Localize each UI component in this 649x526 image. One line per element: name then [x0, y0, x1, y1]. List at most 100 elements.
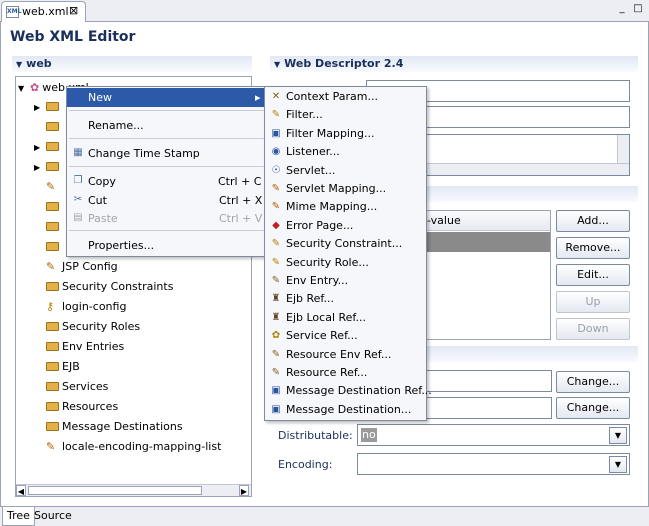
table-header[interactable]: -value	[427, 211, 550, 231]
tree-item-hidden[interactable]: ▶	[34, 137, 62, 157]
editor-tab-bar: XML web.xml ⊠ _ □	[0, 0, 649, 23]
add-button[interactable]: Add...	[556, 210, 630, 232]
folder-icon	[46, 321, 59, 331]
menu-item-cut[interactable]: ✂ Cut Ctrl + X	[67, 191, 266, 210]
submenu-item-ejb-ref[interactable]: ♜ Ejb Ref...	[265, 290, 425, 308]
folder-icon	[46, 141, 59, 151]
submenu-item-listener[interactable]: ◉ Listener...	[265, 143, 425, 161]
submenu-item-message-destination[interactable]: ▣ Message Destination...	[265, 401, 425, 419]
calendar-icon: ▦	[73, 147, 83, 158]
tab-web-xml[interactable]: XML web.xml ⊠	[1, 1, 86, 23]
folder-icon	[46, 341, 59, 351]
editor-title: Web XML Editor	[10, 29, 136, 45]
table-row-selected[interactable]	[427, 232, 550, 252]
submenu-item-env-entry[interactable]: ✎ Env Entry...	[265, 272, 425, 290]
tab-source[interactable]: Source	[30, 507, 76, 526]
submenu-arrow-icon: ▸	[255, 91, 261, 104]
down-button[interactable]: Down	[556, 318, 630, 340]
menu-separator	[69, 230, 264, 231]
tree-item-login-config[interactable]: ⚷ login-config	[46, 297, 126, 317]
servlet-mapping-icon: ✎	[271, 183, 281, 194]
change-button-2[interactable]: Change...	[556, 397, 630, 419]
maximize-icon[interactable]: □	[633, 4, 643, 14]
expand-icon[interactable]: ▶	[34, 138, 42, 158]
tree-item-security-constraints[interactable]: Security Constraints	[46, 277, 173, 297]
remove-button[interactable]: Remove...	[556, 237, 630, 259]
tree-item-security-roles[interactable]: Security Roles	[46, 317, 140, 337]
tree-item-resources[interactable]: Resources	[46, 397, 118, 417]
submenu-item-servlet-mapping[interactable]: ✎ Servlet Mapping...	[265, 180, 425, 198]
menu-item-properties[interactable]: Properties...	[67, 236, 266, 255]
distributable-value: no	[361, 428, 377, 442]
scrollbar-thumb[interactable]	[28, 486, 202, 495]
up-button[interactable]: Up	[556, 291, 630, 313]
submenu-item-service-ref[interactable]: ✿ Service Ref...	[265, 327, 425, 345]
tree-item-locale-encoding[interactable]: ✎ locale-encoding-mapping-list	[46, 437, 221, 457]
textarea-vscroll[interactable]	[617, 135, 629, 163]
folder-icon	[46, 361, 59, 371]
encoding-select[interactable]: ▼	[357, 453, 630, 475]
dropdown-arrow-icon[interactable]: ▼	[609, 427, 627, 444]
folder-icon	[46, 221, 59, 231]
folder-icon	[46, 201, 59, 211]
submenu-item-filter-mapping[interactable]: ▣ Filter Mapping...	[265, 125, 425, 143]
params-table[interactable]: -value	[426, 210, 551, 340]
tree-item-ejb[interactable]: EJB	[46, 357, 80, 377]
tree-item-hidden[interactable]	[46, 197, 62, 217]
collapse-icon[interactable]: ▼	[16, 60, 22, 69]
expand-icon[interactable]: ▶	[34, 98, 42, 118]
small-icon-field[interactable]	[426, 397, 552, 419]
menu-item-change-time-stamp[interactable]: ▦ Change Time Stamp	[67, 144, 266, 163]
submenu-item-security-role[interactable]: ✎ Security Role...	[265, 254, 425, 272]
tree-item-hidden[interactable]	[46, 217, 62, 237]
pencil-icon: ✎	[46, 260, 56, 273]
edit-button[interactable]: Edit...	[556, 264, 630, 286]
menu-item-new[interactable]: New ▸	[67, 88, 266, 107]
expand-icon[interactable]: ▶	[34, 158, 42, 178]
distributable-select[interactable]: no ▼	[357, 424, 630, 446]
submenu-item-security-constraint[interactable]: ✎ Security Constraint...	[265, 235, 425, 253]
filter-mapping-icon: ▣	[271, 127, 281, 139]
folder-icon	[46, 421, 59, 431]
folder-icon	[46, 381, 59, 391]
menu-item-paste[interactable]: ▤ Paste Ctrl + V	[67, 209, 266, 228]
security-role-icon: ✎	[271, 256, 281, 268]
submenu-item-servlet[interactable]: ☉ Servlet...	[265, 162, 425, 180]
close-tab-icon[interactable]: ⊠	[69, 4, 78, 17]
change-button-1[interactable]: Change...	[556, 371, 630, 393]
tree-section-header[interactable]: ▼ web	[12, 56, 252, 72]
tree-item-hidden[interactable]	[46, 237, 62, 257]
listener-icon: ◉	[271, 146, 281, 158]
tree-item-message-destinations[interactable]: Message Destinations	[46, 417, 183, 437]
collapse-icon[interactable]: ▼	[274, 60, 280, 69]
tree-item-hidden[interactable]: ▶	[34, 157, 62, 177]
large-icon-field[interactable]	[426, 370, 552, 392]
submenu-item-context-param[interactable]: ✕ Context Param...	[265, 88, 425, 106]
menu-item-copy[interactable]: ❐ Copy Ctrl + C	[67, 172, 266, 191]
submenu-item-mime-mapping[interactable]: ✎ Mime Mapping...	[265, 198, 425, 216]
submenu-item-message-destination-ref[interactable]: ▣ Message Destination Ref...	[265, 382, 432, 400]
tree-item-env-entries[interactable]: Env Entries	[46, 337, 124, 357]
dropdown-arrow-icon[interactable]: ▼	[609, 456, 627, 473]
tree-item-hidden[interactable]: ▶	[34, 97, 62, 117]
menu-item-rename[interactable]: Rename...	[67, 116, 266, 135]
tree-item-hidden[interactable]: ✎	[46, 177, 62, 197]
tree-item-jsp-config[interactable]: ✎ JSP Config	[46, 257, 118, 277]
collapse-icon[interactable]: ▼	[18, 79, 26, 99]
submenu-item-resource-ref[interactable]: ✎ Resource Ref...	[265, 364, 425, 382]
folder-icon	[46, 401, 59, 411]
folder-icon	[46, 101, 59, 111]
descriptor-section-header[interactable]: ▼ Web Descriptor 2.4	[270, 56, 638, 72]
submenu-item-filter[interactable]: ✎ Filter...	[265, 106, 425, 124]
submenu-item-ejb-local-ref[interactable]: ♜ Ejb Local Ref...	[265, 309, 425, 327]
submenu-item-error-page[interactable]: ◆ Error Page...	[265, 217, 425, 235]
ejb-ref-icon: ♜	[271, 293, 281, 305]
tree-horizontal-scrollbar[interactable]: ◀ ▶	[16, 484, 251, 496]
clipboard-icon: ▤	[73, 212, 83, 223]
tree-item-services[interactable]: Services	[46, 377, 108, 397]
minimize-icon[interactable]: _	[617, 4, 627, 14]
submenu-item-resource-env-ref[interactable]: ✎ Resource Env Ref...	[265, 346, 425, 364]
scroll-left-icon[interactable]: ◀	[16, 485, 26, 496]
scroll-right-icon[interactable]: ▶	[239, 485, 249, 496]
tree-item-hidden[interactable]	[46, 117, 62, 137]
